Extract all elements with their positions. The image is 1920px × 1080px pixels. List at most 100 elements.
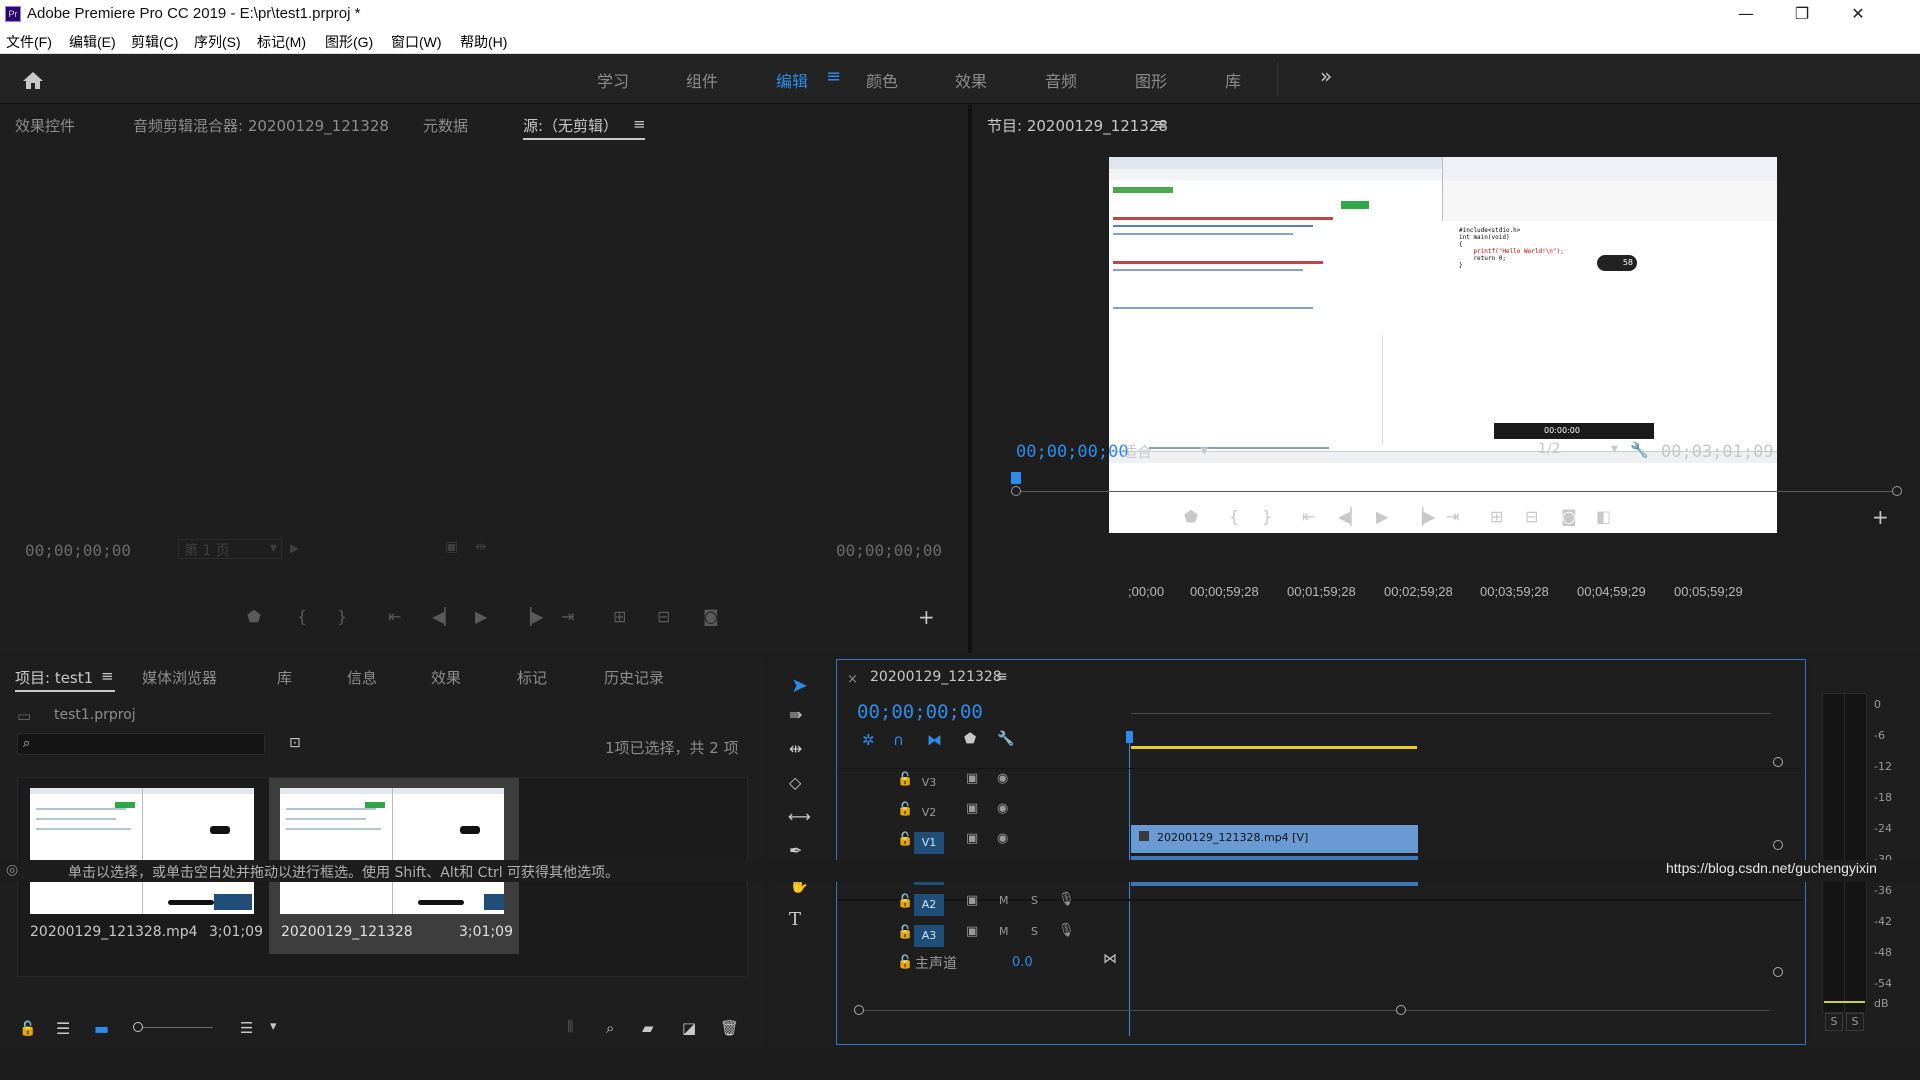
tab-info[interactable]: 信息 xyxy=(347,667,377,688)
mark-out-icon[interactable]: } xyxy=(1262,507,1272,526)
work-area-bar[interactable] xyxy=(1131,746,1417,749)
lock-icon[interactable]: 🔓 xyxy=(897,955,913,970)
snap-magnet-icon[interactable]: ∩ xyxy=(893,731,904,749)
audio-vscroll-handle-bottom[interactable] xyxy=(1773,967,1783,977)
lock-icon[interactable]: 🔓 xyxy=(19,1021,36,1037)
mark-in-icon[interactable]: { xyxy=(1229,507,1239,526)
export-frame-icon[interactable]: ◙ xyxy=(703,607,719,626)
mark-in-icon[interactable]: { xyxy=(297,607,307,626)
tab-project[interactable]: 项目: test1 xyxy=(15,667,93,688)
microphone-icon[interactable]: 🎙 xyxy=(1058,923,1075,938)
overwrite-icon[interactable]: ⊟ xyxy=(657,607,670,626)
workspace-effects[interactable]: 效果 xyxy=(955,68,987,92)
tab-markers[interactable]: 标记 xyxy=(517,667,547,688)
play-icon[interactable]: ▶ xyxy=(475,607,487,626)
step-forward-icon[interactable]: ▕▶ xyxy=(519,607,544,626)
fit-arrows-icon[interactable]: ⇹ xyxy=(475,539,487,555)
lock-icon[interactable]: 🔓 xyxy=(897,925,913,940)
workspace-graphics[interactable]: 图形 xyxy=(1135,68,1167,92)
solo-button[interactable]: S xyxy=(1031,894,1038,907)
mute-button[interactable]: M xyxy=(999,894,1009,907)
type-tool-icon[interactable]: T xyxy=(789,909,801,930)
resolution-select[interactable]: 1/2 ▾ xyxy=(1538,441,1620,461)
timeline-timecode[interactable]: 00;00;00;00 xyxy=(857,701,983,723)
add-button-icon[interactable]: + xyxy=(918,605,935,629)
workspace-editing[interactable]: 编辑 xyxy=(776,68,808,92)
track-v2-label[interactable]: V2 xyxy=(914,802,944,824)
track-select-tool-icon[interactable]: ⇛ xyxy=(789,705,802,724)
slip-tool-icon[interactable]: ⟷ xyxy=(788,807,811,826)
tab-effect-controls[interactable]: 效果控件 xyxy=(15,115,75,136)
playhead-line[interactable] xyxy=(1129,743,1130,1036)
fit-select[interactable]: 适合 ▾ xyxy=(1122,441,1210,461)
linked-selection-icon[interactable]: ⧓ xyxy=(927,731,942,749)
source-panel-menu-icon[interactable]: ≡ xyxy=(633,115,646,133)
zoom-slider-track[interactable] xyxy=(143,1027,213,1028)
playhead-marker[interactable] xyxy=(1011,472,1021,484)
sync-lock-icon[interactable]: ▣ xyxy=(966,831,978,846)
home-icon[interactable] xyxy=(22,70,44,90)
add-marker-icon[interactable]: ⬟ xyxy=(964,731,976,747)
menu-clip[interactable]: 剪辑(C) xyxy=(131,32,178,52)
eye-icon[interactable]: ◉ xyxy=(997,771,1008,786)
tab-metadata[interactable]: 元数据 xyxy=(423,115,468,136)
playhead-handle[interactable] xyxy=(1126,731,1133,743)
solo-button[interactable]: S xyxy=(1031,925,1038,938)
tab-history[interactable]: 历史记录 xyxy=(604,667,664,688)
workspace-libraries[interactable]: 库 xyxy=(1225,68,1241,92)
panel-divider[interactable] xyxy=(968,105,972,653)
vscroll-handle-bottom[interactable] xyxy=(1773,840,1783,850)
collapse-master-icon[interactable]: ⋈ xyxy=(1103,951,1117,967)
go-to-out-icon[interactable]: ⇥ xyxy=(561,607,574,626)
new-bin-icon[interactable]: ▰ xyxy=(642,1019,654,1037)
timeline-menu-icon[interactable]: ≡ xyxy=(996,669,1008,685)
sync-lock-icon[interactable]: ▣ xyxy=(966,893,978,908)
wrench-icon[interactable]: 🔧 xyxy=(1630,441,1649,459)
list-view-icon[interactable]: ☰ xyxy=(56,1019,70,1038)
lock-icon[interactable]: 🔓 xyxy=(897,802,913,817)
close-button[interactable]: ✕ xyxy=(1830,0,1886,28)
chevron-down-icon[interactable]: ▾ xyxy=(270,1019,277,1034)
selection-tool-icon[interactable]: ➤ xyxy=(791,673,808,697)
vscroll-handle-top[interactable] xyxy=(1773,757,1783,767)
menu-sequence[interactable]: 序列(S) xyxy=(194,32,241,52)
new-search-bin-icon[interactable]: ⊡ xyxy=(289,735,301,751)
menu-window[interactable]: 窗口(W) xyxy=(391,32,442,52)
hscroll-track[interactable] xyxy=(854,1010,1770,1011)
lift-icon[interactable]: ⊞ xyxy=(1490,507,1503,526)
tab-source[interactable]: 源:（无剪辑） xyxy=(523,115,618,136)
workspace-menu-icon[interactable]: ≡ xyxy=(826,66,841,87)
sort-icon[interactable]: ☰ xyxy=(240,1019,253,1037)
settings-icon[interactable]: ▣ xyxy=(445,539,458,555)
tab-media-browser[interactable]: 媒体浏览器 xyxy=(142,667,217,688)
video-clip[interactable]: 20200129_121328.mp4 [V] xyxy=(1131,825,1418,853)
project-search-input[interactable]: ⌕ xyxy=(17,733,265,755)
add-marker-icon[interactable]: ⬟ xyxy=(247,607,261,626)
mark-out-icon[interactable]: } xyxy=(337,607,347,626)
timeline-tab[interactable]: 20200129_121328 xyxy=(870,669,1002,685)
step-forward-icon[interactable]: ▕▶ xyxy=(1411,507,1436,526)
solo-right-button[interactable]: S xyxy=(1846,1013,1864,1031)
solo-left-button[interactable]: S xyxy=(1825,1013,1843,1031)
track-v1-label[interactable]: V1 xyxy=(914,832,944,854)
microphone-icon[interactable]: 🎙 xyxy=(1058,892,1075,907)
hscroll-handle-right[interactable] xyxy=(1396,1005,1406,1015)
step-back-icon[interactable]: ◀▏ xyxy=(1338,507,1363,526)
program-panel-menu-icon[interactable]: ≡ xyxy=(1154,115,1167,133)
menu-file[interactable]: 文件(F) xyxy=(6,32,52,52)
program-video-preview[interactable]: #include<stdio.h> int main(void){ printf(… xyxy=(1109,157,1777,533)
minimize-button[interactable]: — xyxy=(1718,0,1774,28)
insert-icon[interactable]: ⊞ xyxy=(613,607,626,626)
workspace-learn[interactable]: 学习 xyxy=(597,68,629,92)
close-sequence-icon[interactable]: × xyxy=(847,672,858,687)
menu-graphics[interactable]: 图形(G) xyxy=(325,32,373,52)
step-back-icon[interactable]: ◀▏ xyxy=(432,607,457,626)
nest-sequence-icon[interactable]: ✲ xyxy=(862,731,875,749)
eye-icon[interactable]: ◉ xyxy=(997,801,1008,816)
hscroll-handle-left[interactable] xyxy=(854,1005,864,1015)
track-a2-label[interactable]: A2 xyxy=(914,894,944,916)
trash-icon[interactable]: 🗑 xyxy=(720,1019,739,1037)
add-button-icon[interactable]: + xyxy=(1872,505,1889,529)
maximize-button[interactable]: ❐ xyxy=(1774,0,1830,28)
timeline-settings-wrench-icon[interactable]: 🔧 xyxy=(997,731,1014,747)
